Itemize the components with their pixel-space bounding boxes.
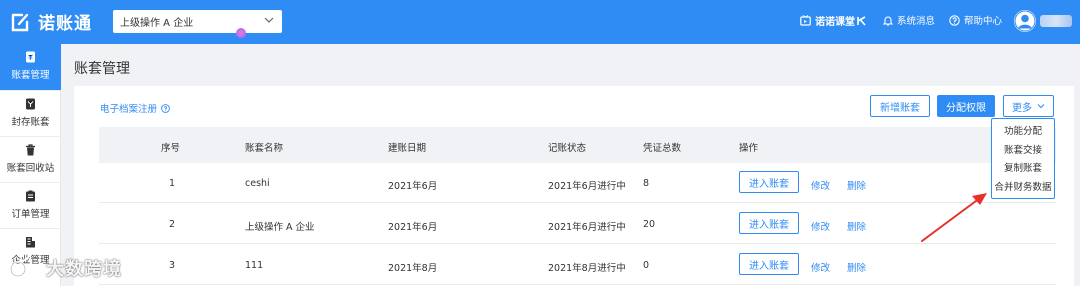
more-dropdown-menu: 功能分配 账套交接 复制账套 合并财务数据	[991, 118, 1055, 199]
company-select[interactable]: 上级操作 A 企业	[113, 10, 282, 33]
watermark: 大数跨境	[8, 255, 122, 281]
edit-link[interactable]: 修改	[811, 260, 830, 274]
building-icon	[26, 237, 35, 248]
menu-item-merge-financial-data[interactable]: 合并财务数据	[992, 179, 1054, 198]
menu-item-function-assign[interactable]: 功能分配	[992, 123, 1054, 142]
sidebar-item-recycle-bin[interactable]: 账套回收站	[0, 136, 61, 182]
sidebar-item-orders[interactable]: 订单管理	[0, 182, 61, 228]
help-label: 帮助中心	[964, 16, 1003, 27]
order-icon	[26, 190, 35, 202]
edit-link[interactable]: 修改	[811, 219, 830, 233]
bookkeeping-status: 2021年6月进行中	[548, 222, 626, 233]
column-header: 账套名称	[245, 143, 284, 154]
ledger-icon	[26, 51, 35, 63]
trash-icon	[26, 144, 35, 156]
row-number: 2	[169, 219, 176, 230]
help-icon	[949, 14, 960, 26]
course-badge-icon	[857, 15, 866, 26]
delete-link[interactable]: 删除	[847, 260, 866, 274]
assign-permission-button[interactable]: 分配权限	[937, 95, 995, 117]
user-name-blurred	[1040, 15, 1072, 27]
messages-link[interactable]: 系统消息	[883, 13, 935, 27]
voucher-count: 8	[643, 178, 650, 189]
chevron-down-icon	[264, 17, 274, 23]
table-header: 序号 账套名称 建账日期 记账状态 凭证总数 操作	[99, 127, 1056, 163]
column-header: 建账日期	[388, 143, 427, 154]
enter-ledger-button[interactable]: 进入账套	[739, 253, 799, 275]
app-name: 诺账通	[38, 14, 92, 34]
sidebar-item-ledger-management[interactable]: 账套管理	[0, 44, 61, 90]
menu-item-copy-ledger[interactable]: 复制账套	[992, 160, 1054, 179]
menu-item-ledger-handover[interactable]: 账套交接	[992, 142, 1054, 161]
column-header: 序号	[161, 143, 181, 154]
created-date: 2021年6月	[388, 222, 438, 233]
logo-icon	[11, 13, 29, 31]
ledger-name: 111	[245, 260, 264, 271]
more-button[interactable]: 更多	[1003, 95, 1054, 117]
bookkeeping-status: 2021年6月进行中	[548, 181, 626, 192]
delete-link[interactable]: 删除	[847, 219, 866, 233]
enter-ledger-button[interactable]: 进入账套	[739, 212, 799, 234]
page-title: 账套管理	[74, 61, 130, 77]
tv-icon	[800, 15, 811, 26]
annotation-arrow-icon	[921, 193, 987, 242]
top-navbar: 诺账通 上级操作 A 企业 诺诺课堂 系统消息 帮助中心	[0, 0, 1080, 44]
delete-link[interactable]: 删除	[847, 178, 866, 192]
sidebar: 账套管理 封存账套 账套回收站 订单管理 企业管理	[0, 44, 61, 286]
voucher-count: 0	[643, 260, 650, 271]
sidebar-item-label: 账套回收站	[6, 163, 55, 174]
bookkeeping-status: 2021年8月进行中	[548, 263, 626, 274]
sealed-icon	[26, 98, 35, 110]
watermark-logo-icon	[10, 257, 40, 277]
voucher-count: 20	[643, 219, 656, 230]
app-logo[interactable]: 诺账通	[10, 9, 92, 34]
created-date: 2021年6月	[388, 181, 438, 192]
sidebar-item-label: 订单管理	[11, 209, 50, 220]
bell-icon	[883, 16, 893, 26]
created-date: 2021年8月	[388, 263, 438, 274]
ledger-name: 上级操作 A 企业	[245, 222, 315, 233]
chevron-down-icon	[1037, 104, 1045, 109]
cursor-dot	[236, 28, 246, 38]
archive-register-link[interactable]: 电子档案注册	[100, 101, 170, 115]
user-avatar-icon	[1014, 10, 1036, 32]
table-row: 3 111 2021年8月 2021年8月进行中 0 进入账套 修改 删除	[99, 245, 1056, 285]
edit-link[interactable]: 修改	[811, 178, 830, 192]
course-label: 诺诺课堂	[815, 17, 855, 28]
messages-label: 系统消息	[897, 16, 936, 27]
watermark-text: 大数跨境	[46, 259, 122, 280]
sidebar-item-sealed[interactable]: 封存账套	[0, 90, 61, 136]
add-ledger-button[interactable]: 新增账套	[870, 95, 930, 117]
ledger-name: ceshi	[245, 178, 270, 189]
row-number: 1	[169, 178, 176, 189]
row-number: 3	[169, 260, 176, 271]
column-header: 操作	[739, 143, 759, 154]
more-label: 更多	[1012, 102, 1032, 114]
avatar[interactable]	[1014, 10, 1036, 32]
sidebar-item-label: 封存账套	[11, 117, 50, 128]
enter-ledger-button[interactable]: 进入账套	[739, 171, 799, 193]
help-link[interactable]: 帮助中心	[949, 13, 1002, 27]
table-row: 1 ceshi 2021年6月 2021年6月进行中 8 进入账套 修改 删除	[99, 163, 1056, 203]
column-header: 凭证总数	[643, 143, 682, 154]
company-select-value: 上级操作 A 企业	[120, 18, 194, 29]
sidebar-item-label: 账套管理	[11, 70, 50, 81]
info-icon	[161, 103, 170, 113]
column-header: 记账状态	[548, 143, 587, 154]
course-link[interactable]: 诺诺课堂	[800, 13, 871, 28]
table-row: 2 上级操作 A 企业 2021年6月 2021年6月进行中 20 进入账套 修…	[99, 204, 1056, 244]
archive-register-label: 电子档案注册	[100, 104, 158, 115]
